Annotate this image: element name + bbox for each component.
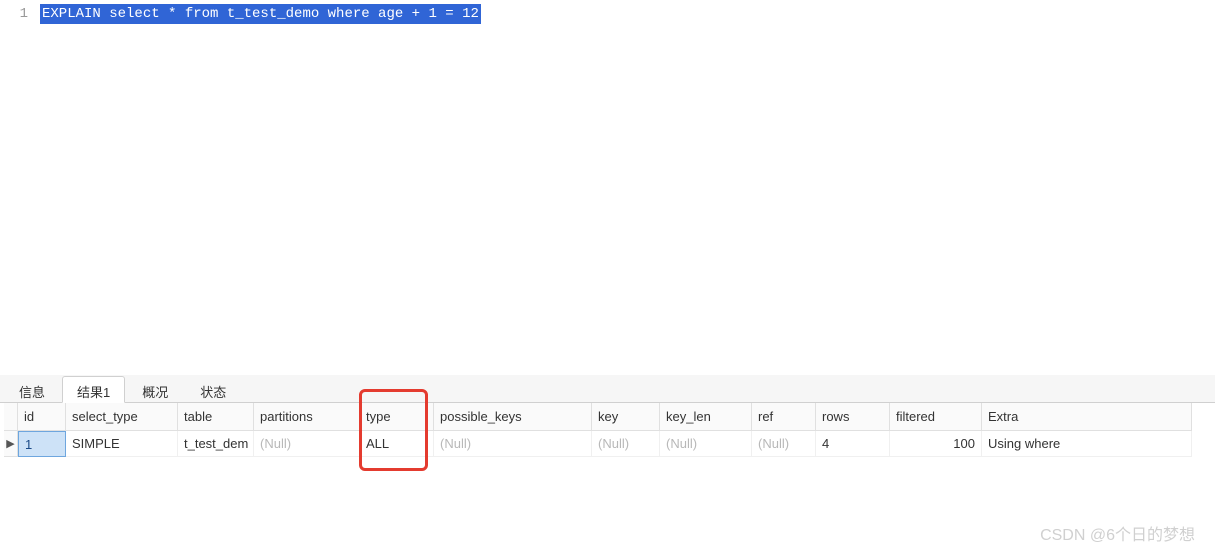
col-table[interactable]: table (178, 403, 254, 431)
cell-filtered[interactable]: 100 (890, 431, 982, 457)
cell-type[interactable]: ALL (360, 431, 434, 457)
row-indicator-icon[interactable]: ▶ (4, 431, 18, 457)
col-key-len[interactable]: key_len (660, 403, 752, 431)
cell-key[interactable]: (Null) (592, 431, 660, 457)
cell-extra[interactable]: Using where (982, 431, 1192, 457)
col-key[interactable]: key (592, 403, 660, 431)
result-tabs: 信息 结果1 概况 状态 (0, 375, 1215, 403)
tab-status[interactable]: 状态 (185, 376, 241, 403)
col-filtered[interactable]: filtered (890, 403, 982, 431)
row-indicator-header (4, 403, 18, 431)
sql-editor[interactable]: 1 EXPLAIN select * from t_test_demo wher… (0, 0, 1215, 375)
cell-ref[interactable]: (Null) (752, 431, 816, 457)
col-ref[interactable]: ref (752, 403, 816, 431)
col-rows[interactable]: rows (816, 403, 890, 431)
cell-id[interactable]: 1 (18, 431, 66, 457)
col-possible-keys[interactable]: possible_keys (434, 403, 592, 431)
cell-select-type[interactable]: SIMPLE (66, 431, 178, 457)
col-extra[interactable]: Extra (982, 403, 1192, 431)
cell-key-len[interactable]: (Null) (660, 431, 752, 457)
grid-header-row: id select_type table partitions type pos… (4, 403, 1215, 431)
sql-text-selection[interactable]: EXPLAIN select * from t_test_demo where … (40, 4, 481, 24)
col-partitions[interactable]: partitions (254, 403, 360, 431)
cell-rows[interactable]: 4 (816, 431, 890, 457)
tab-profile[interactable]: 概况 (127, 376, 183, 403)
col-id[interactable]: id (18, 403, 66, 431)
sql-line[interactable]: EXPLAIN select * from t_test_demo where … (40, 4, 1215, 24)
table-row[interactable]: ▶ 1 SIMPLE t_test_dem (Null) ALL (Null) … (4, 431, 1215, 457)
watermark: CSDN @6个日的梦想 (1040, 521, 1195, 545)
cell-partitions[interactable]: (Null) (254, 431, 360, 457)
col-select-type[interactable]: select_type (66, 403, 178, 431)
col-type[interactable]: type (360, 403, 434, 431)
tab-info[interactable]: 信息 (4, 376, 60, 403)
cell-table[interactable]: t_test_dem (178, 431, 254, 457)
result-grid[interactable]: id select_type table partitions type pos… (0, 403, 1215, 457)
cell-possible-keys[interactable]: (Null) (434, 431, 592, 457)
line-number: 1 (0, 4, 40, 24)
tab-result1[interactable]: 结果1 (62, 376, 125, 403)
